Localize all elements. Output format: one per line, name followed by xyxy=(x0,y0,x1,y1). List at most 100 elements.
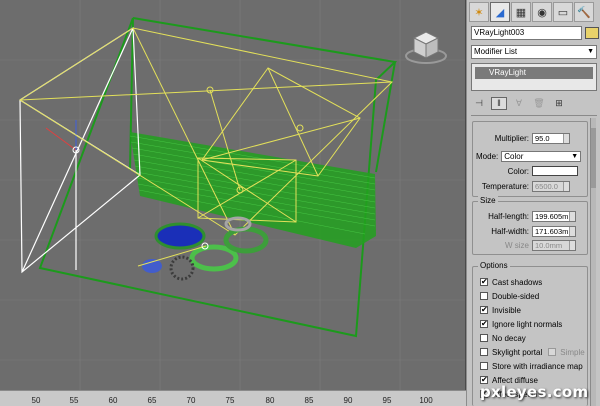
skylight-portal-label: Skylight portal xyxy=(492,347,543,357)
perspective-viewport[interactable] xyxy=(0,0,466,390)
w-size-label: W size xyxy=(505,240,529,250)
show-end-result-icon[interactable]: ‖ xyxy=(491,96,507,110)
half-width-spinner[interactable]: 171.603m xyxy=(532,225,576,237)
remove-modifier-icon[interactable]: 🗑 xyxy=(531,97,547,110)
skylight-portal-checkbox[interactable]: Skylight portal Simple xyxy=(480,346,585,358)
ruler-tick-label: 85 xyxy=(304,396,314,405)
chevron-down-icon: ▼ xyxy=(587,48,594,55)
viewcube-icon[interactable] xyxy=(404,26,448,66)
stack-item-vraylight[interactable]: VRayLight xyxy=(475,67,593,79)
spinner-arrows-icon[interactable] xyxy=(569,240,575,250)
temperature-value: 6500.0 xyxy=(535,181,558,191)
modifier-list-dropdown[interactable]: Modifier List ▼ xyxy=(471,45,597,59)
half-length-row: Half-length: 199.605m xyxy=(474,210,576,222)
ignore-light-normals-checkbox[interactable]: ✔ Ignore light normals xyxy=(480,318,562,330)
spinner-arrows-icon[interactable] xyxy=(563,133,569,143)
checkbox-box[interactable] xyxy=(480,348,488,356)
checkbox-box[interactable] xyxy=(480,334,488,342)
object-name-row: VRayLight003 xyxy=(471,26,599,40)
ruler-tick-label: 75 xyxy=(225,396,235,405)
store-irradiance-checkbox[interactable]: Store with irradiance map xyxy=(480,360,583,372)
invisible-checkbox[interactable]: ✔ Invisible xyxy=(480,304,521,316)
half-width-value: 171.603m xyxy=(535,226,569,236)
simple-checkbox[interactable] xyxy=(548,348,557,356)
panel-scrollbar[interactable] xyxy=(590,118,596,406)
ruler-tick-label: 95 xyxy=(382,396,392,405)
w-size-row: W size 10.0mm xyxy=(474,239,576,251)
simple-label: Simple xyxy=(560,347,585,357)
modifier-stack[interactable]: VRayLight xyxy=(471,63,597,91)
ruler-tick-label: 90 xyxy=(343,396,353,405)
ruler-tick-label: 55 xyxy=(69,396,79,405)
make-unique-icon[interactable]: ∀ xyxy=(511,97,527,110)
panel-divider xyxy=(471,115,597,116)
light-axis-tripod xyxy=(45,120,80,154)
time-ruler[interactable]: 50 55 60 65 70 75 80 85 90 95 100 xyxy=(0,390,470,406)
temperature-spinner[interactable]: 6500.0 xyxy=(532,180,570,192)
double-sided-label: Double-sided xyxy=(492,291,540,301)
options-group-title: Options xyxy=(478,261,510,270)
site-watermark: pxleyes.com xyxy=(480,383,589,401)
command-panel-tabs: ✶ ◢ ▦ ◉ ▭ 🔨 xyxy=(469,2,599,22)
modify-tab-icon[interactable]: ◢ xyxy=(490,2,510,22)
object-name-field[interactable]: VRayLight003 xyxy=(471,26,582,40)
light-color-swatch[interactable] xyxy=(532,166,578,176)
scene-geometry[interactable] xyxy=(0,0,466,390)
ruler-tick-label: 50 xyxy=(31,396,41,405)
w-size-value: 10.0mm xyxy=(535,240,563,250)
half-width-label: Half-width: xyxy=(491,226,529,236)
no-decay-checkbox[interactable]: No decay xyxy=(480,332,526,344)
display-tab-icon[interactable]: ▭ xyxy=(553,2,573,22)
create-tab-icon[interactable]: ✶ xyxy=(469,2,489,22)
mode-row: Mode: Color ▼ xyxy=(476,150,582,162)
spinner-arrows-icon[interactable] xyxy=(569,226,575,236)
checkbox-box[interactable]: ✔ xyxy=(480,278,488,286)
checkbox-box[interactable]: ✔ xyxy=(480,306,488,314)
hierarchy-tab-icon[interactable]: ▦ xyxy=(511,2,531,22)
store-irradiance-label: Store with irradiance map xyxy=(492,361,583,371)
ruler-tick-label: 65 xyxy=(147,396,157,405)
mode-dropdown[interactable]: Color ▼ xyxy=(501,150,582,162)
ruler-tick-label: 100 xyxy=(419,396,433,405)
mode-label: Mode: xyxy=(476,151,499,161)
max-workspace: 50 55 60 65 70 75 80 85 90 95 100 ✶ ◢ ▦ … xyxy=(0,0,600,406)
double-sided-checkbox[interactable]: Double-sided xyxy=(480,290,539,302)
temperature-row: Temperature: 6500.0 xyxy=(474,180,570,192)
multiplier-spinner[interactable]: 95.0 xyxy=(532,132,570,144)
motion-tab-icon[interactable]: ◉ xyxy=(532,2,552,22)
temperature-label: Temperature: xyxy=(481,181,529,191)
stack-toolbar: ⊣ ‖ ∀ 🗑 ⊞ xyxy=(471,96,597,110)
invisible-label: Invisible xyxy=(492,305,521,315)
ruler-tick-label: 60 xyxy=(108,396,118,405)
cast-shadows-checkbox[interactable]: ✔ Cast shadows xyxy=(480,276,542,288)
half-width-row: Half-width: 171.603m xyxy=(474,225,576,237)
checkbox-box[interactable]: ✔ xyxy=(480,320,488,328)
size-group-title: Size xyxy=(478,196,498,205)
utilities-tab-icon[interactable]: 🔨 xyxy=(574,2,594,22)
scene-objects xyxy=(137,216,269,281)
chevron-down-icon: ▼ xyxy=(571,152,579,160)
multiplier-row: Multiplier: 95.0 xyxy=(474,132,570,144)
object-color-swatch[interactable] xyxy=(585,27,599,39)
pin-stack-icon[interactable]: ⊣ xyxy=(471,97,487,110)
spinner-arrows-icon[interactable] xyxy=(569,211,575,221)
color-label: Color: xyxy=(507,166,529,176)
checkbox-box[interactable] xyxy=(480,292,488,300)
modifier-list-label: Modifier List xyxy=(474,47,518,56)
ruler-tick-label: 80 xyxy=(265,396,275,405)
ignore-light-normals-label: Ignore light normals xyxy=(492,319,563,329)
half-length-label: Half-length: xyxy=(488,211,529,221)
color-row: Color: xyxy=(474,165,578,177)
cast-shadows-label: Cast shadows xyxy=(492,277,543,287)
mode-value: Color xyxy=(504,151,524,161)
configure-sets-icon[interactable]: ⊞ xyxy=(551,97,567,110)
multiplier-value: 95.0 xyxy=(535,133,550,143)
w-size-spinner[interactable]: 10.0mm xyxy=(532,239,576,251)
half-length-value: 199.605m xyxy=(535,211,569,221)
ruler-tick-label: 70 xyxy=(186,396,196,405)
half-length-spinner[interactable]: 199.605m xyxy=(532,210,576,222)
spinner-arrows-icon[interactable] xyxy=(563,181,569,191)
scrollbar-thumb[interactable] xyxy=(591,128,596,188)
checkbox-box[interactable] xyxy=(480,362,488,370)
no-decay-label: No decay xyxy=(492,333,526,343)
